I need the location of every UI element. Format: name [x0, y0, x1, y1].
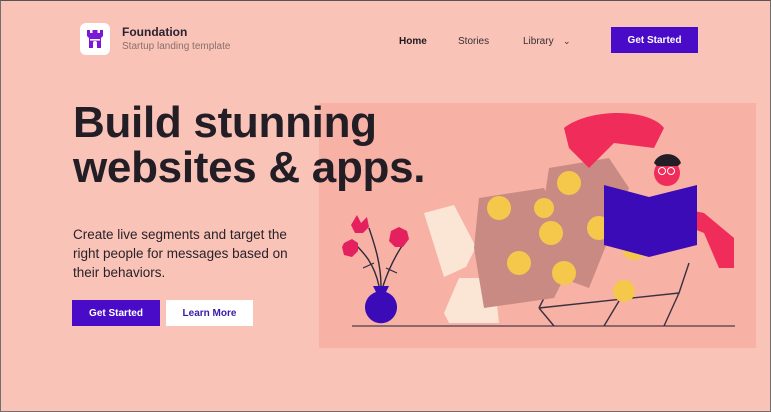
brand-tagline: Startup landing template	[122, 41, 231, 52]
hero-title-line-2: websites & apps.	[73, 143, 426, 192]
hero-subtitle: Create live segments and target the righ…	[73, 226, 288, 280]
learn-more-button[interactable]: Learn More	[166, 300, 253, 326]
nav-item-home[interactable]: Home	[399, 36, 427, 47]
nav-item-stories[interactable]: Stories	[458, 36, 489, 47]
chevron-down-icon[interactable]: ⌄	[563, 36, 571, 47]
brand-name: Foundation	[122, 25, 188, 39]
castle-icon	[87, 30, 103, 48]
brand-logo[interactable]	[80, 23, 110, 55]
nav-item-library[interactable]: Library	[523, 36, 554, 47]
get-started-button[interactable]: Get Started	[72, 300, 160, 326]
hero-title-line-1: Build stunning	[73, 98, 377, 147]
hero-title: Build stunning websites & apps.	[73, 98, 426, 192]
header-get-started-button[interactable]: Get Started	[611, 27, 698, 53]
